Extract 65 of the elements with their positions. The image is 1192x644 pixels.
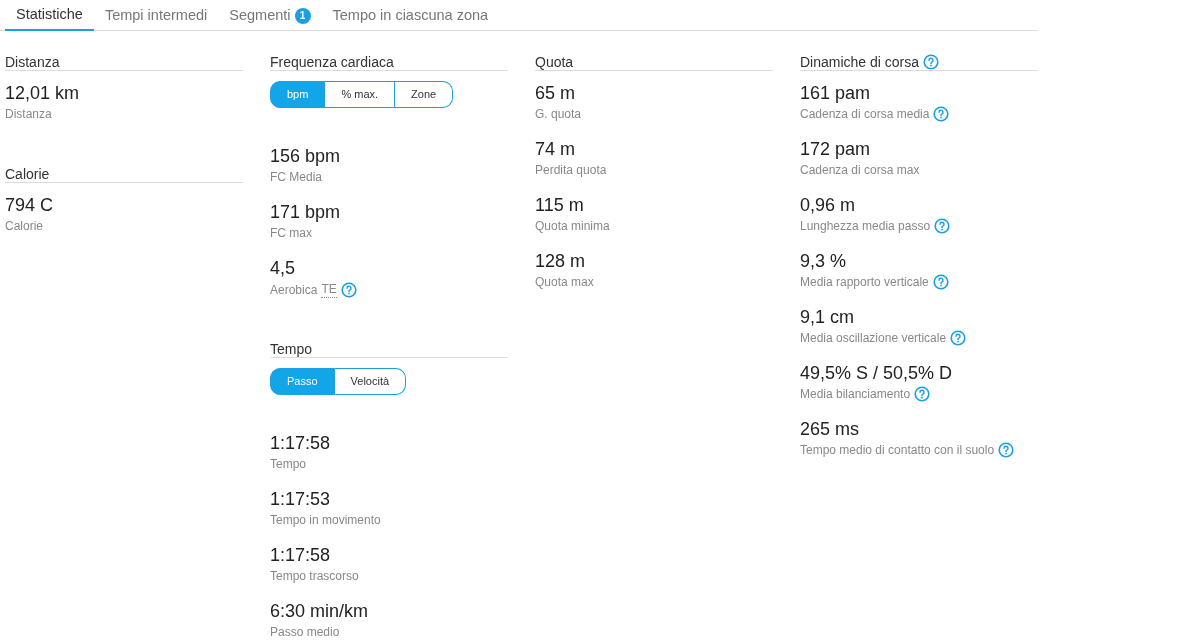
help-icon[interactable] <box>998 442 1015 458</box>
stat-value: 12,01 km <box>5 82 81 105</box>
stat-label: Quota max <box>535 274 594 290</box>
stat-value: 65 m <box>535 82 577 105</box>
stat-value: 49,5% S / 50,5% D <box>800 362 954 385</box>
help-icon[interactable] <box>932 274 949 290</box>
stat-label: Media oscillazione verticale <box>800 330 947 346</box>
stat-value: 156 bpm <box>270 145 342 168</box>
stat-label: Distanza <box>5 106 52 122</box>
stat-value: 6:30 min/km <box>270 600 370 623</box>
stat-label: Tempo in movimento <box>270 512 381 528</box>
stat-label: Perdita quota <box>535 162 607 178</box>
help-icon[interactable] <box>933 106 950 122</box>
help-icon[interactable] <box>950 330 967 346</box>
stat-label: Media rapporto verticale <box>800 274 929 290</box>
abbreviation: TE <box>321 281 337 298</box>
stat-value: 9,3 % <box>800 250 848 273</box>
help-icon[interactable] <box>340 281 357 298</box>
stat-value: 1:17:53 <box>270 488 332 511</box>
stat-label: Calorie <box>5 218 43 234</box>
toggle-option[interactable]: Zone <box>395 81 454 108</box>
stat-label: Media bilanciamento <box>800 386 911 402</box>
stat-value: 4,5 <box>270 257 297 280</box>
count-badge: 1 <box>294 7 311 24</box>
stat-label: Quota minima <box>535 218 610 234</box>
tab[interactable]: Statistiche <box>5 0 94 31</box>
stat-label: Tempo medio di contatto con il suolo <box>800 442 995 458</box>
stat-value: 265 ms <box>800 418 861 441</box>
stat-label: FC max <box>270 225 312 241</box>
help-icon[interactable] <box>914 386 931 402</box>
stat-value: 128 m <box>535 250 587 273</box>
help-icon[interactable] <box>934 218 951 234</box>
stat-label: Aerobica <box>270 281 318 298</box>
stat-label: G. quota <box>535 106 582 122</box>
section-title: Tempo <box>270 340 313 357</box>
stat-label: Passo medio <box>270 624 340 640</box>
stat-label: Cadenza di corsa media <box>800 106 930 122</box>
stat-label: Cadenza di corsa max <box>800 162 920 178</box>
stat-value: 9,1 cm <box>800 306 856 329</box>
stat-label: Lunghezza media passo <box>800 218 931 234</box>
stat-value: 74 m <box>535 138 577 161</box>
tab[interactable]: Tempo in ciascuna zona <box>321 0 500 31</box>
stat-value: 115 m <box>535 194 585 217</box>
stat-value: 161 pam <box>800 82 872 105</box>
stat-value: 1:17:58 <box>270 432 332 455</box>
stat-value: 1:17:58 <box>270 544 332 567</box>
stat-label: FC Media <box>270 169 322 185</box>
stat-value: 0,96 m <box>800 194 857 217</box>
section-title: Distanza <box>5 53 60 70</box>
toggle-option[interactable]: % max. <box>325 81 396 108</box>
stat-value: 171 bpm <box>270 201 342 224</box>
section-title: Calorie <box>5 165 50 182</box>
toggle-option[interactable]: Velocità <box>334 368 407 395</box>
section-title: Quota <box>535 53 574 70</box>
toggle-option[interactable]: Passo <box>270 368 335 395</box>
toggle-option[interactable]: bpm <box>270 81 326 108</box>
section-title: Dinamiche di corsa <box>800 53 920 70</box>
stat-label: Tempo trascorso <box>270 568 359 584</box>
stat-label: Tempo <box>270 456 307 472</box>
stat-value: 172 pam <box>800 138 872 161</box>
section-title: Frequenza cardiaca <box>270 53 394 70</box>
tab[interactable]: Tempi intermedi <box>93 0 219 31</box>
help-icon[interactable] <box>923 53 940 70</box>
stat-value: 794 C <box>5 194 55 217</box>
tab[interactable]: Segmenti 1 <box>218 0 322 31</box>
